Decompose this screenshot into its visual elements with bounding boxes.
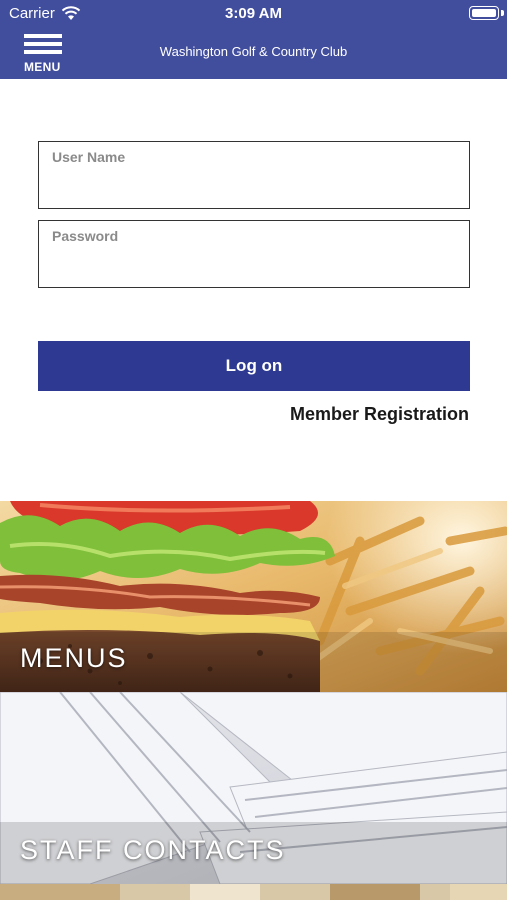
status-bar: Carrier 3:09 AM [0, 0, 507, 28]
password-field[interactable]: Password [38, 220, 470, 288]
password-label: Password [52, 228, 119, 244]
partial-photo [0, 884, 507, 900]
member-registration-link[interactable]: Member Registration [290, 404, 469, 425]
partial-tile[interactable] [0, 884, 507, 900]
staff-contacts-tile[interactable]: STAFF CONTACTS [0, 692, 507, 884]
page-title: Washington Golf & Country Club [159, 44, 348, 59]
password-input[interactable] [52, 251, 456, 279]
username-input[interactable] [52, 172, 456, 200]
logon-button[interactable]: Log on [38, 341, 470, 391]
battery-icon [469, 6, 499, 20]
staff-contacts-caption: STAFF CONTACTS [20, 835, 286, 865]
hamburger-icon [24, 34, 62, 38]
app-header: Carrier 3:09 AM MENU Washington Golf & C… [0, 0, 507, 79]
battery-tip [501, 10, 504, 16]
menus-caption: MENUS [20, 643, 128, 673]
menus-tile[interactable]: MENUS [0, 501, 507, 692]
username-label: User Name [52, 149, 126, 165]
username-field[interactable]: User Name [38, 141, 470, 209]
menu-label: MENU [24, 60, 61, 74]
status-time: 3:09 AM [225, 5, 282, 22]
